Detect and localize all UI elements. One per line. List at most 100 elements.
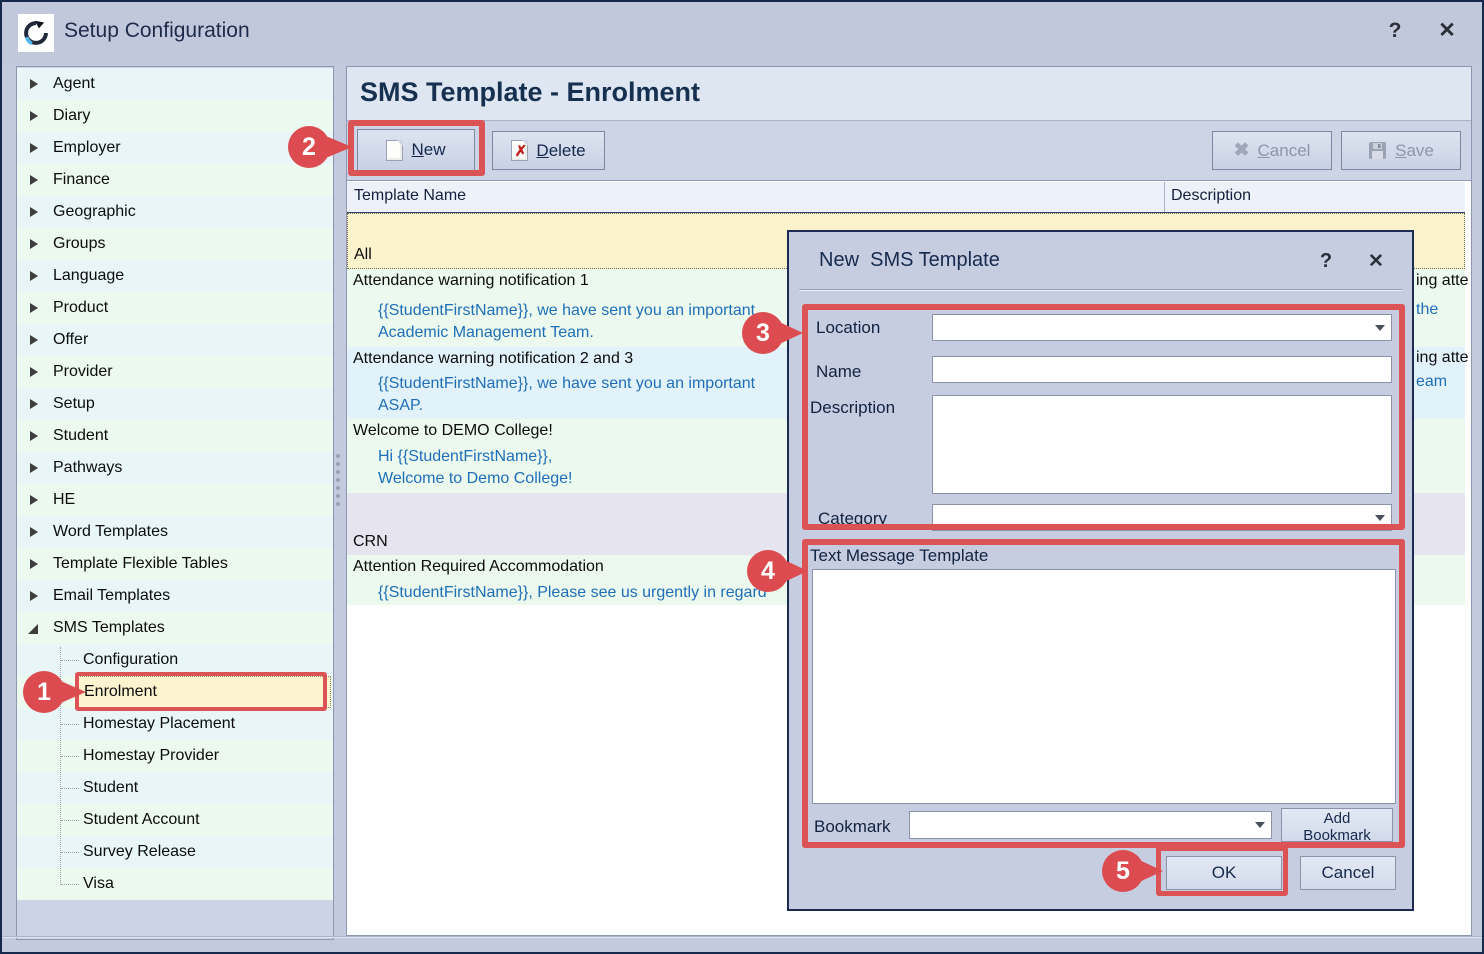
bookmark-dropdown[interactable] <box>909 811 1272 839</box>
delete-button[interactable]: ✗ Delete <box>492 131 605 170</box>
sidebar-item-template-flexible-tables[interactable]: Template Flexible Tables <box>17 548 333 580</box>
sidebar-item-configuration[interactable]: Configuration <box>17 644 333 676</box>
sidebar-item-setup[interactable]: Setup <box>17 388 333 420</box>
collapse-arrow-icon[interactable] <box>30 207 38 217</box>
expand-arrow-icon[interactable] <box>28 624 38 634</box>
tree-connector <box>61 788 79 789</box>
chevron-down-icon[interactable] <box>1375 325 1385 331</box>
sidebar-item-offer[interactable]: Offer <box>17 324 333 356</box>
dialog-divider <box>799 289 1402 290</box>
column-header-template-name[interactable]: Template Name <box>354 187 466 205</box>
sidebar-item-email-templates[interactable]: Email Templates <box>17 580 333 612</box>
description-fragment: eam <box>1416 373 1447 391</box>
sidebar-item-language[interactable]: Language <box>17 260 333 292</box>
window-titlebar: Setup Configuration ? ✕ <box>2 2 1482 64</box>
column-divider[interactable] <box>1164 182 1165 212</box>
collapse-arrow-icon[interactable] <box>30 591 38 601</box>
sidebar-item-geographic[interactable]: Geographic <box>17 196 333 228</box>
sidebar-item-diary[interactable]: Diary <box>17 100 333 132</box>
name-field[interactable] <box>932 356 1392 383</box>
collapse-arrow-icon[interactable] <box>30 463 38 473</box>
sidebar-item-enrolment[interactable]: Enrolment <box>17 676 333 708</box>
sidebar-item-student[interactable]: Student <box>17 420 333 452</box>
sidebar-item-provider[interactable]: Provider <box>17 356 333 388</box>
collapse-arrow-icon[interactable] <box>30 79 38 89</box>
sidebar-item-employer[interactable]: Employer <box>17 132 333 164</box>
tree-connector <box>61 724 79 725</box>
delete-document-icon: ✗ <box>511 140 528 161</box>
tree-connector <box>61 756 79 757</box>
collapse-arrow-icon[interactable] <box>30 495 38 505</box>
collapse-arrow-icon[interactable] <box>30 111 38 121</box>
sidebar-item-groups[interactable]: Groups <box>17 228 333 260</box>
dialog-close-button[interactable]: ✕ <box>1361 246 1391 276</box>
save-button[interactable]: Save <box>1341 131 1461 170</box>
category-dropdown[interactable] <box>932 504 1392 531</box>
window-title: Setup Configuration <box>64 19 250 43</box>
collapse-arrow-icon[interactable] <box>30 431 38 441</box>
collapse-arrow-icon[interactable] <box>30 335 38 345</box>
name-label: Name <box>816 362 861 382</box>
column-header-description[interactable]: Description <box>1171 187 1251 205</box>
sidebar-item-homestay-provider[interactable]: Homestay Provider <box>17 740 333 772</box>
dialog-cancel-button[interactable]: Cancel <box>1300 856 1396 890</box>
chevron-down-icon[interactable] <box>1255 822 1265 828</box>
sidebar-item-visa[interactable]: Visa <box>17 868 333 900</box>
dialog-help-button[interactable]: ? <box>1312 247 1340 275</box>
tree-connector <box>61 884 79 885</box>
sidebar-item-student-child[interactable]: Student <box>17 772 333 804</box>
description-input[interactable] <box>933 396 1391 493</box>
sidebar-item-student-account[interactable]: Student Account <box>17 804 333 836</box>
ok-button[interactable]: OK <box>1166 856 1282 890</box>
name-input[interactable] <box>933 357 1391 382</box>
collapse-arrow-icon[interactable] <box>30 527 38 537</box>
status-strip <box>2 936 1482 937</box>
collapse-arrow-icon[interactable] <box>30 175 38 185</box>
new-sms-template-dialog: New SMS Template ? ✕ Location Name Descr… <box>787 230 1414 911</box>
description-field[interactable] <box>932 395 1392 494</box>
setup-configuration-window: Setup Configuration ? ✕ Agent Diary Empl… <box>0 0 1484 954</box>
sidebar-item-he[interactable]: HE <box>17 484 333 516</box>
sidebar-item-finance[interactable]: Finance <box>17 164 333 196</box>
location-input[interactable] <box>933 315 1391 340</box>
text-message-input[interactable] <box>813 570 1395 803</box>
location-label: Location <box>816 318 880 338</box>
new-document-icon <box>386 140 403 161</box>
sidebar-item-survey-release[interactable]: Survey Release <box>17 836 333 868</box>
template-toolbar: New ✗ Delete ✖ Cancel Save <box>347 121 1471 181</box>
location-dropdown[interactable] <box>932 314 1392 341</box>
add-bookmark-button[interactable]: Add Bookmark <box>1281 808 1393 842</box>
window-help-button[interactable]: ? <box>1380 16 1410 46</box>
collapse-arrow-icon[interactable] <box>30 559 38 569</box>
description-fragment: ing atte <box>1416 272 1468 290</box>
collapse-arrow-icon[interactable] <box>30 303 38 313</box>
collapse-arrow-icon[interactable] <box>30 239 38 249</box>
chevron-down-icon[interactable] <box>1375 515 1385 521</box>
save-floppy-icon <box>1368 141 1387 160</box>
new-button[interactable]: New <box>357 129 475 171</box>
collapse-arrow-icon[interactable] <box>30 271 38 281</box>
sidebar-splitter-handle[interactable] <box>336 454 340 506</box>
collapse-arrow-icon[interactable] <box>30 367 38 377</box>
sidebar-item-word-templates[interactable]: Word Templates <box>17 516 333 548</box>
collapse-arrow-icon[interactable] <box>30 399 38 409</box>
sidebar-item-product[interactable]: Product <box>17 292 333 324</box>
tree-connector <box>61 660 79 661</box>
dialog-title: New SMS Template <box>819 249 1000 272</box>
text-message-template-label: Text Message Template <box>810 546 988 566</box>
cancel-x-icon: ✖ <box>1234 139 1250 162</box>
collapse-arrow-icon[interactable] <box>30 143 38 153</box>
bookmark-input[interactable] <box>910 812 1271 838</box>
selected-item-highlight[interactable]: Enrolment <box>77 676 331 708</box>
window-close-button[interactable]: ✕ <box>1432 16 1462 46</box>
sidebar-item-agent[interactable]: Agent <box>17 68 333 100</box>
text-message-template-field[interactable] <box>812 569 1396 804</box>
sidebar-item-homestay-placement[interactable]: Homestay Placement <box>17 708 333 740</box>
bookmark-label: Bookmark <box>814 817 891 837</box>
app-logo-icon <box>18 14 54 52</box>
category-label: Category <box>818 509 887 529</box>
sidebar-item-sms-templates[interactable]: SMS Templates <box>17 612 333 644</box>
category-input[interactable] <box>933 505 1391 530</box>
cancel-button[interactable]: ✖ Cancel <box>1212 131 1332 170</box>
sidebar-item-pathways[interactable]: Pathways <box>17 452 333 484</box>
